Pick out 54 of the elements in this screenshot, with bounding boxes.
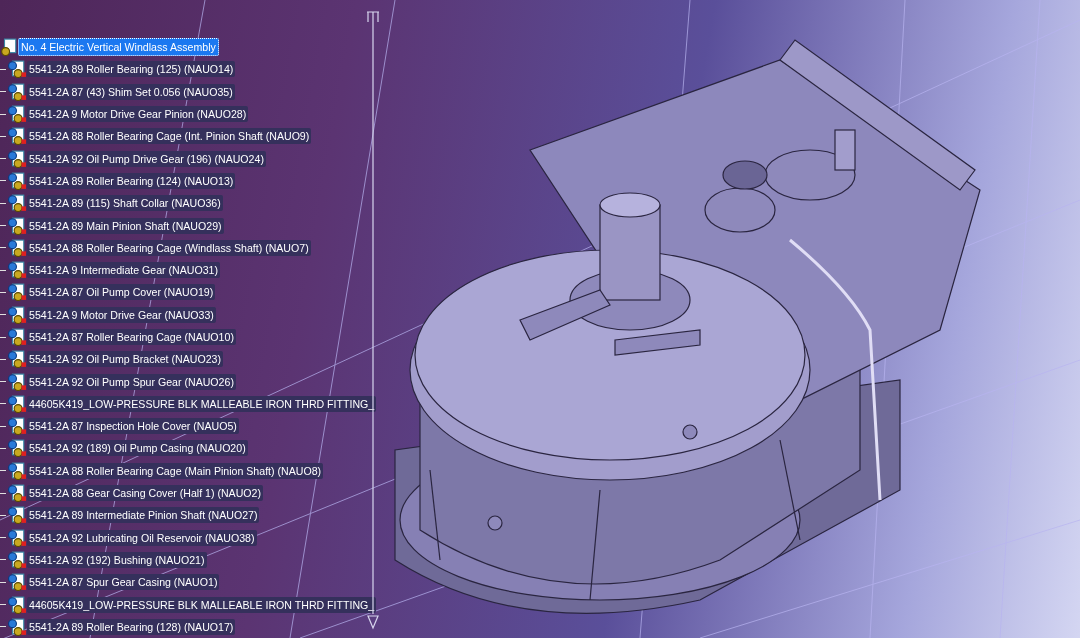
part-icon [8,506,26,525]
part-icon [8,60,26,79]
part-icon [8,149,26,168]
part-tree-node[interactable]: 5541-2A 92 Oil Pump Drive Gear (196) (NAUO24) [27,150,266,167]
part-icon [8,194,26,213]
part-icon [8,105,26,124]
part-icon [8,283,26,302]
part-icon [8,573,26,592]
part-icon [8,216,26,235]
part-tree-node[interactable]: 5541-2A 88 Gear Casing Cover (Half 1) (NAUO2) [27,485,263,502]
part-tree-node[interactable]: 5541-2A 88 Roller Bearing Cage (Int. Pinion Shaft (NAUO9) [27,128,312,145]
part-icon [8,350,26,369]
part-tree-node[interactable]: 5541-2A 89 Main Pinion Shaft (NAUO29) [27,217,224,234]
part-icon [8,238,26,257]
part-tree-node[interactable]: 5541-2A 87 Spur Gear Casing (NAUO1) [27,574,220,591]
assembly-tree-node[interactable]: No. 4 Electric Vertical Windlass Assembly [18,38,219,57]
part-icon [8,261,26,280]
part-tree-node[interactable]: 44605K419_LOW-PRESSURE BLK MALLEABLE IRON THRD FITTING_ [27,596,377,613]
part-tree-node[interactable]: 5541-2A 89 Roller Bearing (128) (NAUO17) [27,618,236,635]
assembly-icon [0,38,18,57]
part-icon [8,372,26,391]
part-tree-node[interactable]: 5541-2A 92 Oil Pump Spur Gear (NAUO26) [27,373,236,390]
part-tree-node[interactable]: 5541-2A 9 Motor Drive Gear (NAUO33) [27,306,216,323]
part-tree-node[interactable]: 5541-2A 89 (115) Shaft Collar (NAUO36) [27,195,223,212]
part-tree-node[interactable]: 5541-2A 87 Inspection Hole Cover (NAUO5) [27,418,239,435]
part-tree-node[interactable]: 5541-2A 92 (192) Bushing (NAUO21) [27,551,207,568]
part-tree-node[interactable]: 5541-2A 87 Oil Pump Cover (NAUO19) [27,284,216,301]
part-tree-node[interactable]: 44605K419_LOW-PRESSURE BLK MALLEABLE IRON THRD FITTING_ [27,395,377,412]
part-icon [8,305,26,324]
part-icon [8,328,26,346]
part-tree-node[interactable]: 5541-2A 92 Lubricating Oil Reservoir (NAUO38) [27,529,257,546]
part-tree-node[interactable]: 5541-2A 89 Roller Bearing (125) (NAUO14) [27,61,236,78]
part-tree-node[interactable]: 5541-2A 92 Oil Pump Bracket (NAUO23) [27,351,223,368]
part-icon [8,439,26,458]
part-tree-node[interactable]: 5541-2A 88 Roller Bearing Cage (Windlass Shaft) (NAUO7) [27,239,311,256]
part-icon [8,550,26,569]
part-tree-node[interactable]: 5541-2A 9 Intermediate Gear (NAUO31) [27,262,221,279]
part-icon [8,171,26,190]
part-tree-node[interactable]: 5541-2A 87 (43) Shim Set 0.056 (NAUO35) [27,83,235,100]
part-tree-node[interactable]: 5541-2A 92 (189) Oil Pump Casing (NAUO20) [27,440,248,457]
part-icon [8,394,26,413]
part-icon [8,82,26,101]
part-tree-node[interactable]: 5541-2A 89 Intermediate Pinion Shaft (NAUO27) [27,507,260,524]
part-tree-node[interactable]: 5541-2A 89 Roller Bearing (124) (NAUO13) [27,172,236,189]
part-icon [8,417,26,436]
part-icon [8,528,26,547]
part-icon [8,127,26,146]
part-tree-node[interactable]: 5541-2A 87 Roller Bearing Cage (NAUO10) [27,329,236,345]
part-icon [8,595,26,614]
part-icon [8,461,26,480]
part-tree-node[interactable]: 5541-2A 88 Roller Bearing Cage (Main Pinion Shaft) (NAUO8) [27,462,324,479]
part-icon [8,617,26,636]
part-icon [8,484,26,503]
part-tree-node[interactable]: 5541-2A 9 Motor Drive Gear Pinion (NAUO28) [27,106,249,123]
